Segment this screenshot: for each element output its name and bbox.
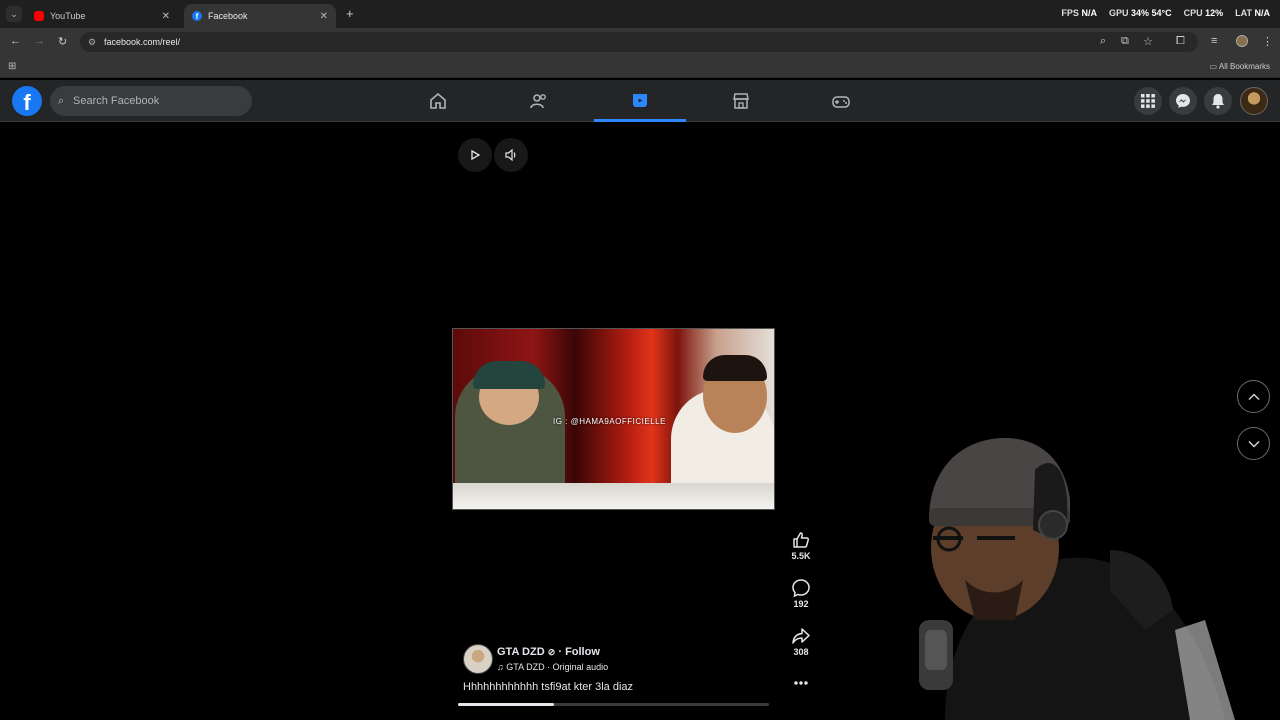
like-button[interactable]: 5.5K bbox=[782, 530, 820, 561]
share-count: 308 bbox=[793, 647, 809, 657]
nav-marketplace[interactable] bbox=[695, 80, 787, 122]
close-tab-icon[interactable]: ✕ bbox=[320, 11, 328, 22]
browser-profile-avatar[interactable] bbox=[1236, 35, 1248, 47]
close-tab-icon[interactable]: ✕ bbox=[162, 11, 170, 22]
marketplace-icon bbox=[733, 93, 749, 109]
share-icon bbox=[792, 628, 810, 644]
comment-count: 192 bbox=[793, 599, 809, 609]
tab-youtube[interactable]: YouTube ✕ bbox=[26, 4, 178, 28]
media-controls-icon[interactable]: ≡ bbox=[1211, 35, 1217, 47]
facebook-favicon-icon: f bbox=[192, 11, 202, 21]
chevron-up-icon bbox=[1247, 392, 1260, 400]
more-options-button[interactable] bbox=[782, 676, 820, 690]
gpu-stat: GPU 34% 54°C bbox=[1108, 8, 1172, 18]
apps-grid-icon[interactable]: ⊞ bbox=[8, 61, 16, 72]
home-icon bbox=[430, 92, 446, 109]
new-tab-icon[interactable]: + bbox=[346, 6, 354, 21]
streamer-webcam-overlay bbox=[919, 438, 1235, 720]
volume-icon bbox=[505, 148, 516, 162]
reel-video[interactable]: IG : @HAMA9AOFFICIELLE bbox=[452, 328, 775, 510]
facebook-logo-icon[interactable]: f bbox=[12, 86, 42, 116]
browser-toolbar: ← → ↻ ⚙ facebook.com/reel/ ⌕ ⧉ ☆ ⧠ ≡ ⋮ bbox=[0, 28, 1280, 56]
search-placeholder: Search Facebook bbox=[73, 95, 160, 107]
forward-icon[interactable]: → bbox=[34, 35, 45, 47]
nav-gaming[interactable] bbox=[795, 80, 887, 122]
friends-icon bbox=[530, 94, 546, 109]
back-icon[interactable]: ← bbox=[10, 35, 21, 47]
video-progress-fill bbox=[458, 703, 555, 706]
tab-search-chevron-icon[interactable]: ⌄ bbox=[6, 6, 22, 22]
bell-icon bbox=[1212, 94, 1224, 109]
volume-button[interactable] bbox=[494, 138, 528, 172]
url-text: facebook.com/reel/ bbox=[104, 37, 181, 47]
search-input[interactable]: ⌕ Search Facebook bbox=[50, 86, 252, 116]
nav-reels[interactable] bbox=[594, 80, 686, 122]
grid-menu-icon bbox=[1141, 94, 1155, 108]
tab-label: YouTube bbox=[50, 11, 86, 21]
reels-icon bbox=[633, 93, 647, 107]
audio-label: GTA DZD · Original audio bbox=[506, 662, 609, 672]
messenger-icon bbox=[1176, 94, 1190, 108]
cpu-stat: CPU 12% bbox=[1183, 8, 1224, 18]
menu-button[interactable] bbox=[1134, 87, 1162, 115]
all-bookmarks-button[interactable]: ▭ All Bookmarks bbox=[1210, 62, 1270, 71]
search-icon: ⌕ bbox=[58, 95, 65, 107]
tab-facebook[interactable]: f Facebook ✕ bbox=[184, 4, 336, 28]
lat-stat: LAT N/A bbox=[1235, 8, 1270, 18]
like-count: 5.5K bbox=[791, 551, 811, 561]
extensions-icon[interactable]: ⧠ bbox=[1176, 35, 1185, 48]
reel-description: Hhhhhhhhhhhh tsfi9at kter 3la diaz bbox=[463, 681, 634, 693]
browser-menu-icon[interactable]: ⋮ bbox=[1262, 35, 1273, 48]
performance-overlay: FPS N/A GPU 34% 54°C CPU 12% LAT N/A bbox=[1061, 8, 1270, 18]
nav-home[interactable] bbox=[392, 80, 484, 122]
comment-button[interactable]: 192 bbox=[782, 578, 820, 609]
more-dots-icon bbox=[794, 681, 808, 685]
video-progress-bar[interactable] bbox=[458, 703, 769, 706]
verified-badge-icon: ⊘ bbox=[547, 647, 556, 657]
bookmark-star-icon[interactable]: ☆ bbox=[1143, 35, 1153, 48]
author-name[interactable]: GTA DZD bbox=[497, 646, 545, 658]
bookmarks-bar: ⊞ ▭ All Bookmarks bbox=[0, 56, 1280, 78]
chevron-down-icon bbox=[1247, 440, 1260, 448]
thumbs-up-icon bbox=[793, 532, 810, 548]
author-avatar[interactable] bbox=[463, 644, 493, 674]
gaming-icon bbox=[832, 96, 850, 108]
follow-button[interactable]: · Follow bbox=[558, 646, 600, 658]
install-app-icon[interactable]: ⧉ bbox=[1121, 35, 1129, 48]
play-button[interactable] bbox=[458, 138, 492, 172]
messenger-button[interactable] bbox=[1169, 87, 1197, 115]
reload-icon[interactable]: ↻ bbox=[58, 35, 67, 48]
video-caption: IG : @HAMA9AOFFICIELLE bbox=[553, 417, 666, 426]
music-note-icon: ♫ bbox=[497, 662, 504, 672]
share-button[interactable]: 308 bbox=[782, 626, 820, 657]
zoom-icon[interactable]: ⌕ bbox=[1100, 35, 1106, 48]
previous-reel-button[interactable] bbox=[1237, 380, 1270, 413]
notifications-button[interactable] bbox=[1204, 87, 1232, 115]
comment-icon bbox=[792, 579, 810, 598]
site-info-icon[interactable]: ⚙ bbox=[88, 32, 96, 52]
audio-line[interactable]: ♫ GTA DZD · Original audio bbox=[497, 662, 608, 672]
profile-avatar[interactable] bbox=[1240, 87, 1268, 115]
author-line: GTA DZD ⊘ · Follow bbox=[497, 646, 600, 658]
youtube-favicon-icon bbox=[34, 11, 44, 21]
fps-stat: FPS N/A bbox=[1061, 8, 1097, 18]
tab-label: Facebook bbox=[208, 11, 248, 21]
play-icon bbox=[471, 149, 481, 161]
address-bar[interactable]: ⚙ facebook.com/reel/ bbox=[80, 32, 1198, 52]
browser-tabbar: ⌄ YouTube ✕ f Facebook ✕ + FPS N/A GPU 3… bbox=[0, 0, 1280, 28]
nav-friends[interactable] bbox=[493, 80, 585, 122]
facebook-header: f ⌕ Search Facebook bbox=[0, 80, 1280, 122]
